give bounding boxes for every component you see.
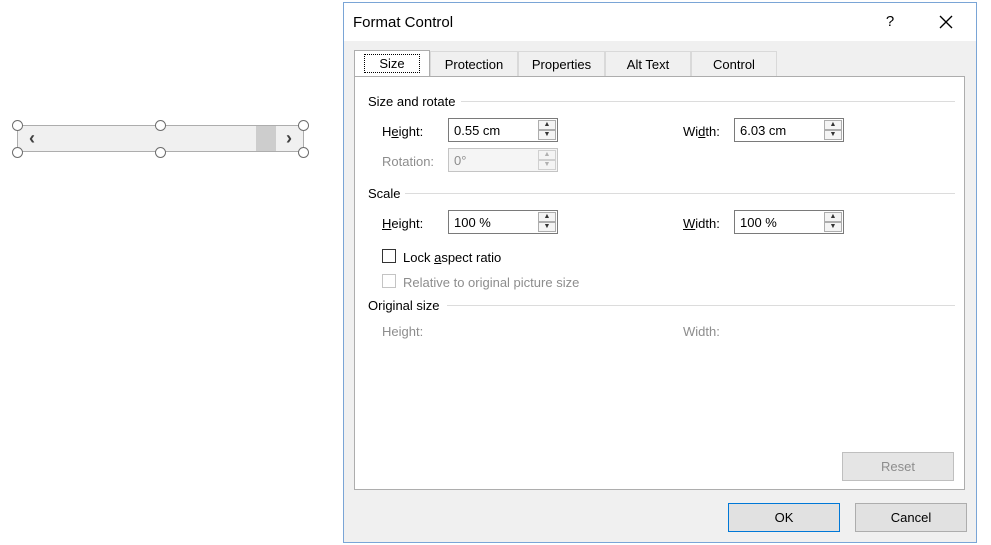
lock-aspect-ratio-label[interactable]: Lock aspect ratio <box>403 250 501 265</box>
size-rotate-heading: Size and rotate <box>368 94 456 109</box>
scale-height-value: 100 % <box>454 215 491 230</box>
reset-button: Reset <box>842 452 954 481</box>
resize-handle-top-left[interactable] <box>12 120 23 131</box>
tab-alt-text[interactable]: Alt Text <box>605 51 691 76</box>
original-size-heading: Original size <box>368 298 440 313</box>
tab-size[interactable]: Size <box>354 50 430 77</box>
width-label: Width: <box>683 124 720 139</box>
section-divider <box>405 193 955 194</box>
scale-heading: Scale <box>368 186 401 201</box>
cancel-button[interactable]: Cancel <box>855 503 967 532</box>
tab-properties[interactable]: Properties <box>518 51 605 76</box>
height-label: Height: <box>382 124 424 139</box>
rotation-value: 0° <box>454 153 467 168</box>
resize-handle-bottom-center[interactable] <box>155 147 166 158</box>
scroll-right-arrow-icon[interactable]: › <box>278 127 300 149</box>
section-divider <box>447 305 955 306</box>
tab-control[interactable]: Control <box>691 51 777 76</box>
scale-width-down-arrow-icon[interactable]: ▼ <box>824 222 842 232</box>
height-up-arrow-icon[interactable]: ▲ <box>538 120 556 130</box>
scroll-left-arrow-icon[interactable]: ‹ <box>21 127 43 149</box>
rotation-down-arrow-icon: ▼ <box>538 160 556 170</box>
dialog-titlebar: Format Control ? <box>344 3 976 41</box>
relative-original-size-label: Relative to original picture size <box>403 275 580 290</box>
original-width-label: Width: <box>683 324 720 339</box>
rotation-label: Rotation: <box>382 154 435 169</box>
tab-protection[interactable]: Protection <box>430 51 518 76</box>
resize-handle-top-right[interactable] <box>298 120 309 131</box>
rotation-up-arrow-icon: ▲ <box>538 150 556 160</box>
tab-size-label: Size <box>364 54 420 73</box>
resize-handle-bottom-right[interactable] <box>298 147 309 158</box>
width-value: 6.03 cm <box>740 123 787 138</box>
dialog-title: Format Control <box>353 14 454 31</box>
scale-height-up-arrow-icon[interactable]: ▲ <box>538 212 556 222</box>
scale-width-value: 100 % <box>740 215 777 230</box>
scrollbar-thumb[interactable] <box>256 126 276 151</box>
section-divider <box>461 101 955 102</box>
height-value: 0.55 cm <box>454 123 501 138</box>
width-up-arrow-icon[interactable]: ▲ <box>824 120 842 130</box>
height-spinner[interactable]: 0.55 cm ▲ ▼ <box>448 118 558 142</box>
close-icon <box>939 15 953 29</box>
scale-width-up-arrow-icon[interactable]: ▲ <box>824 212 842 222</box>
scale-height-spinner[interactable]: 100 % ▲ ▼ <box>448 210 558 234</box>
resize-handle-top-center[interactable] <box>155 120 166 131</box>
width-down-arrow-icon[interactable]: ▼ <box>824 130 842 140</box>
scale-width-spinner[interactable]: 100 % ▲ ▼ <box>734 210 844 234</box>
size-tab-panel: Size and rotate Height: 0.55 cm ▲ ▼ Width… <box>354 76 965 490</box>
relative-original-size-checkbox <box>382 274 396 288</box>
rotation-spinner: 0° ▲ ▼ <box>448 148 558 172</box>
scale-width-label: Width: <box>683 216 720 231</box>
format-control-dialog: Format Control ? Protection Properties A… <box>343 2 977 543</box>
close-button[interactable] <box>928 7 964 37</box>
ok-button[interactable]: OK <box>728 503 840 532</box>
lock-aspect-ratio-checkbox[interactable] <box>382 249 396 263</box>
resize-handle-bottom-left[interactable] <box>12 147 23 158</box>
help-button[interactable]: ? <box>876 9 904 35</box>
original-height-label: Height: <box>382 324 424 339</box>
scale-height-down-arrow-icon[interactable]: ▼ <box>538 222 556 232</box>
scale-height-label: Height: <box>382 216 424 231</box>
width-spinner[interactable]: 6.03 cm ▲ ▼ <box>734 118 844 142</box>
height-down-arrow-icon[interactable]: ▼ <box>538 130 556 140</box>
